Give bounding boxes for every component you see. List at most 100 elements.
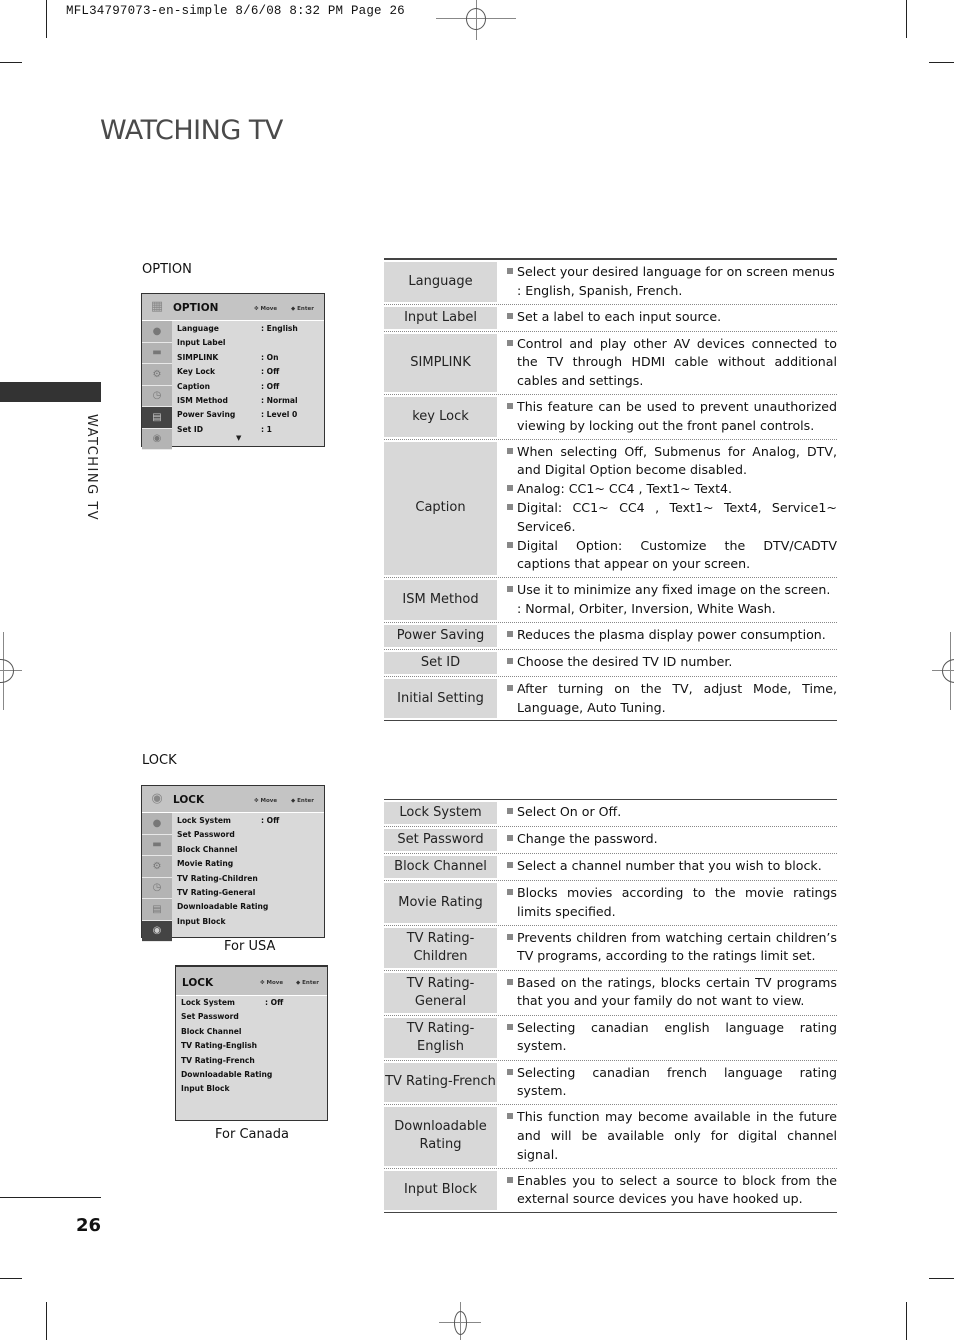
row-term: Initial Setting <box>384 678 497 719</box>
osd-item[interactable]: Downloadable Rating <box>177 902 268 916</box>
row-term: TV Rating-English <box>384 1017 497 1058</box>
table-row: Lock System Select On or Off. <box>384 800 837 827</box>
osd-item[interactable]: TV Rating-General <box>177 888 268 902</box>
table-row: SIMPLINK Control and play other AV device… <box>384 332 837 395</box>
row-description: Control and play other AV devices connec… <box>497 332 837 394</box>
table-row: Input Label Set a label to each input sou… <box>384 305 837 332</box>
square-bullet-icon <box>507 586 513 593</box>
description-item: Based on the ratings, blocks certain TV … <box>507 974 837 1012</box>
move-hint: ✥ Move <box>260 980 284 986</box>
settings-icon[interactable]: ⚙ <box>142 856 172 878</box>
table-row: Set ID Choose the desired TV ID number. <box>384 650 837 677</box>
picture-icon[interactable]: ● <box>142 321 172 343</box>
description-item: Selecting canadian english language rati… <box>507 1019 837 1057</box>
description-item: Use it to minimize any fixed image on th… <box>507 581 837 600</box>
osd-item[interactable]: Input Block <box>177 917 268 931</box>
picture-icon[interactable]: ● <box>142 813 172 835</box>
row-description: Set a label to each input source. <box>497 305 837 331</box>
table-row: TV Rating-French Selecting canadian frenc… <box>384 1061 837 1106</box>
lock-icon: ◉ <box>151 791 163 806</box>
osd-item[interactable]: ISM Method: Normal <box>177 396 298 410</box>
table-row: Set Password Change the password. <box>384 827 837 854</box>
row-term: TV Rating-French <box>384 1062 497 1103</box>
osd-item[interactable]: TV Rating-French <box>181 1056 272 1070</box>
lock-icon[interactable]: ◉ <box>142 428 172 450</box>
osd-item[interactable]: TV Rating-Children <box>177 874 268 888</box>
row-description: Enables you to select a source to block … <box>497 1169 837 1213</box>
settings-icon[interactable]: ⚙ <box>142 364 172 386</box>
square-bullet-icon <box>507 485 513 492</box>
osd-item[interactable]: Downloadable Rating <box>181 1070 272 1084</box>
row-description: Based on the ratings, blocks certain TV … <box>497 971 837 1015</box>
row-description: After turning on the TV, adjust Mode, Ti… <box>497 677 837 721</box>
table-row: Input Block Enables you to select a sourc… <box>384 1169 837 1213</box>
enter-hint: ◆ Enter <box>296 980 319 986</box>
osd-item[interactable]: Lock System: Off <box>177 816 279 830</box>
description-item: Set a label to each input source. <box>507 308 837 327</box>
description-text: Based on the ratings, blocks certain TV … <box>517 974 837 1009</box>
osd-item[interactable]: Language: English <box>177 324 298 338</box>
osd-item[interactable]: Set Password <box>177 830 268 844</box>
osd-item[interactable]: Block Channel <box>181 1027 272 1041</box>
osd-item[interactable]: Power Saving: Level 0 <box>177 410 297 424</box>
osd-caption-canada: For Canada <box>215 1127 289 1142</box>
crop-mark <box>929 1278 954 1279</box>
move-arrows-icon: ✥ <box>254 798 259 804</box>
option-icon[interactable]: ▤ <box>142 899 172 921</box>
description-item: Selecting canadian french language ratin… <box>507 1064 837 1102</box>
enter-icon: ◆ <box>291 798 296 804</box>
row-term: Power Saving <box>384 624 497 647</box>
osd-item[interactable]: Set ID: 1 <box>177 425 272 439</box>
enter-hint: ◆ Enter <box>291 306 314 312</box>
lock-icon[interactable]: ◉ <box>142 920 172 942</box>
osd-item[interactable]: SIMPLINK: On <box>177 353 279 367</box>
osd-item[interactable]: Block Channel <box>177 845 268 859</box>
row-description: Select On or Off. <box>497 800 837 826</box>
square-bullet-icon <box>507 541 513 548</box>
time-icon[interactable]: ◷ <box>142 877 172 899</box>
osd-item[interactable]: Input Block <box>181 1084 272 1098</box>
square-bullet-icon <box>507 657 513 664</box>
osd-title: LOCK <box>173 794 205 806</box>
print-slug: MFL34797073-en-simple 8/6/08 8:32 PM Pag… <box>66 4 405 18</box>
osd-item[interactable]: Set Password <box>181 1012 272 1026</box>
crop-mark <box>0 1278 22 1279</box>
tv-icon[interactable]: ▬ <box>142 834 172 856</box>
row-term: Block Channel <box>384 856 497 878</box>
description-text: Select a channel number that you wish to… <box>517 858 822 873</box>
registration-mark-right <box>930 632 954 710</box>
tv-icon[interactable]: ▬ <box>142 342 172 364</box>
osd-item[interactable]: Key Lock: Off <box>177 367 279 381</box>
square-bullet-icon <box>507 862 513 868</box>
square-bullet-icon <box>507 933 513 940</box>
registration-mark-bottom <box>436 1302 516 1340</box>
row-term: Caption <box>384 441 497 576</box>
registration-mark-top <box>436 0 516 40</box>
osd-caption-usa: For USA <box>224 939 276 954</box>
move-hint: ✥ Move <box>254 798 278 804</box>
description-item: Select a channel number that you wish to… <box>507 857 837 876</box>
time-icon[interactable]: ◷ <box>142 385 172 407</box>
osd-category-sidebar: ● ▬ ⚙ ◷ ▤ ◉ <box>142 321 172 450</box>
osd-item[interactable]: Caption: Off <box>177 382 279 396</box>
row-term: Set ID <box>384 651 497 674</box>
row-description: Select your desired language for on scre… <box>497 260 837 304</box>
table-row: Downloadable Rating This function may bec… <box>384 1105 837 1169</box>
enter-icon: ◆ <box>296 980 301 986</box>
osd-item[interactable]: Input Label <box>177 338 235 352</box>
description-item: Choose the desired TV ID number. <box>507 653 837 672</box>
crop-mark <box>0 62 22 63</box>
osd-header: ◉ LOCK ✥ Move ◆ Enter <box>142 786 324 813</box>
osd-item[interactable]: Lock System: Off <box>181 998 283 1012</box>
scroll-down-arrow-icon[interactable]: ▼ <box>236 434 241 442</box>
osd-item[interactable]: TV Rating-English <box>181 1041 272 1055</box>
row-description: Prevents children from watching certain … <box>497 926 837 970</box>
row-description: Selecting canadian french language ratin… <box>497 1061 837 1105</box>
description-text: Select On or Off. <box>517 804 622 819</box>
description-text: This function may become available in th… <box>517 1109 837 1162</box>
osd-item[interactable]: Movie Rating <box>177 859 268 873</box>
row-term: ISM Method <box>384 580 497 620</box>
osd-header: LOCK ✥ Move ◆ Enter <box>176 967 327 996</box>
table-row: ISM Method Use it to minimize any fixed i… <box>384 578 837 623</box>
option-icon[interactable]: ▤ <box>142 407 172 429</box>
